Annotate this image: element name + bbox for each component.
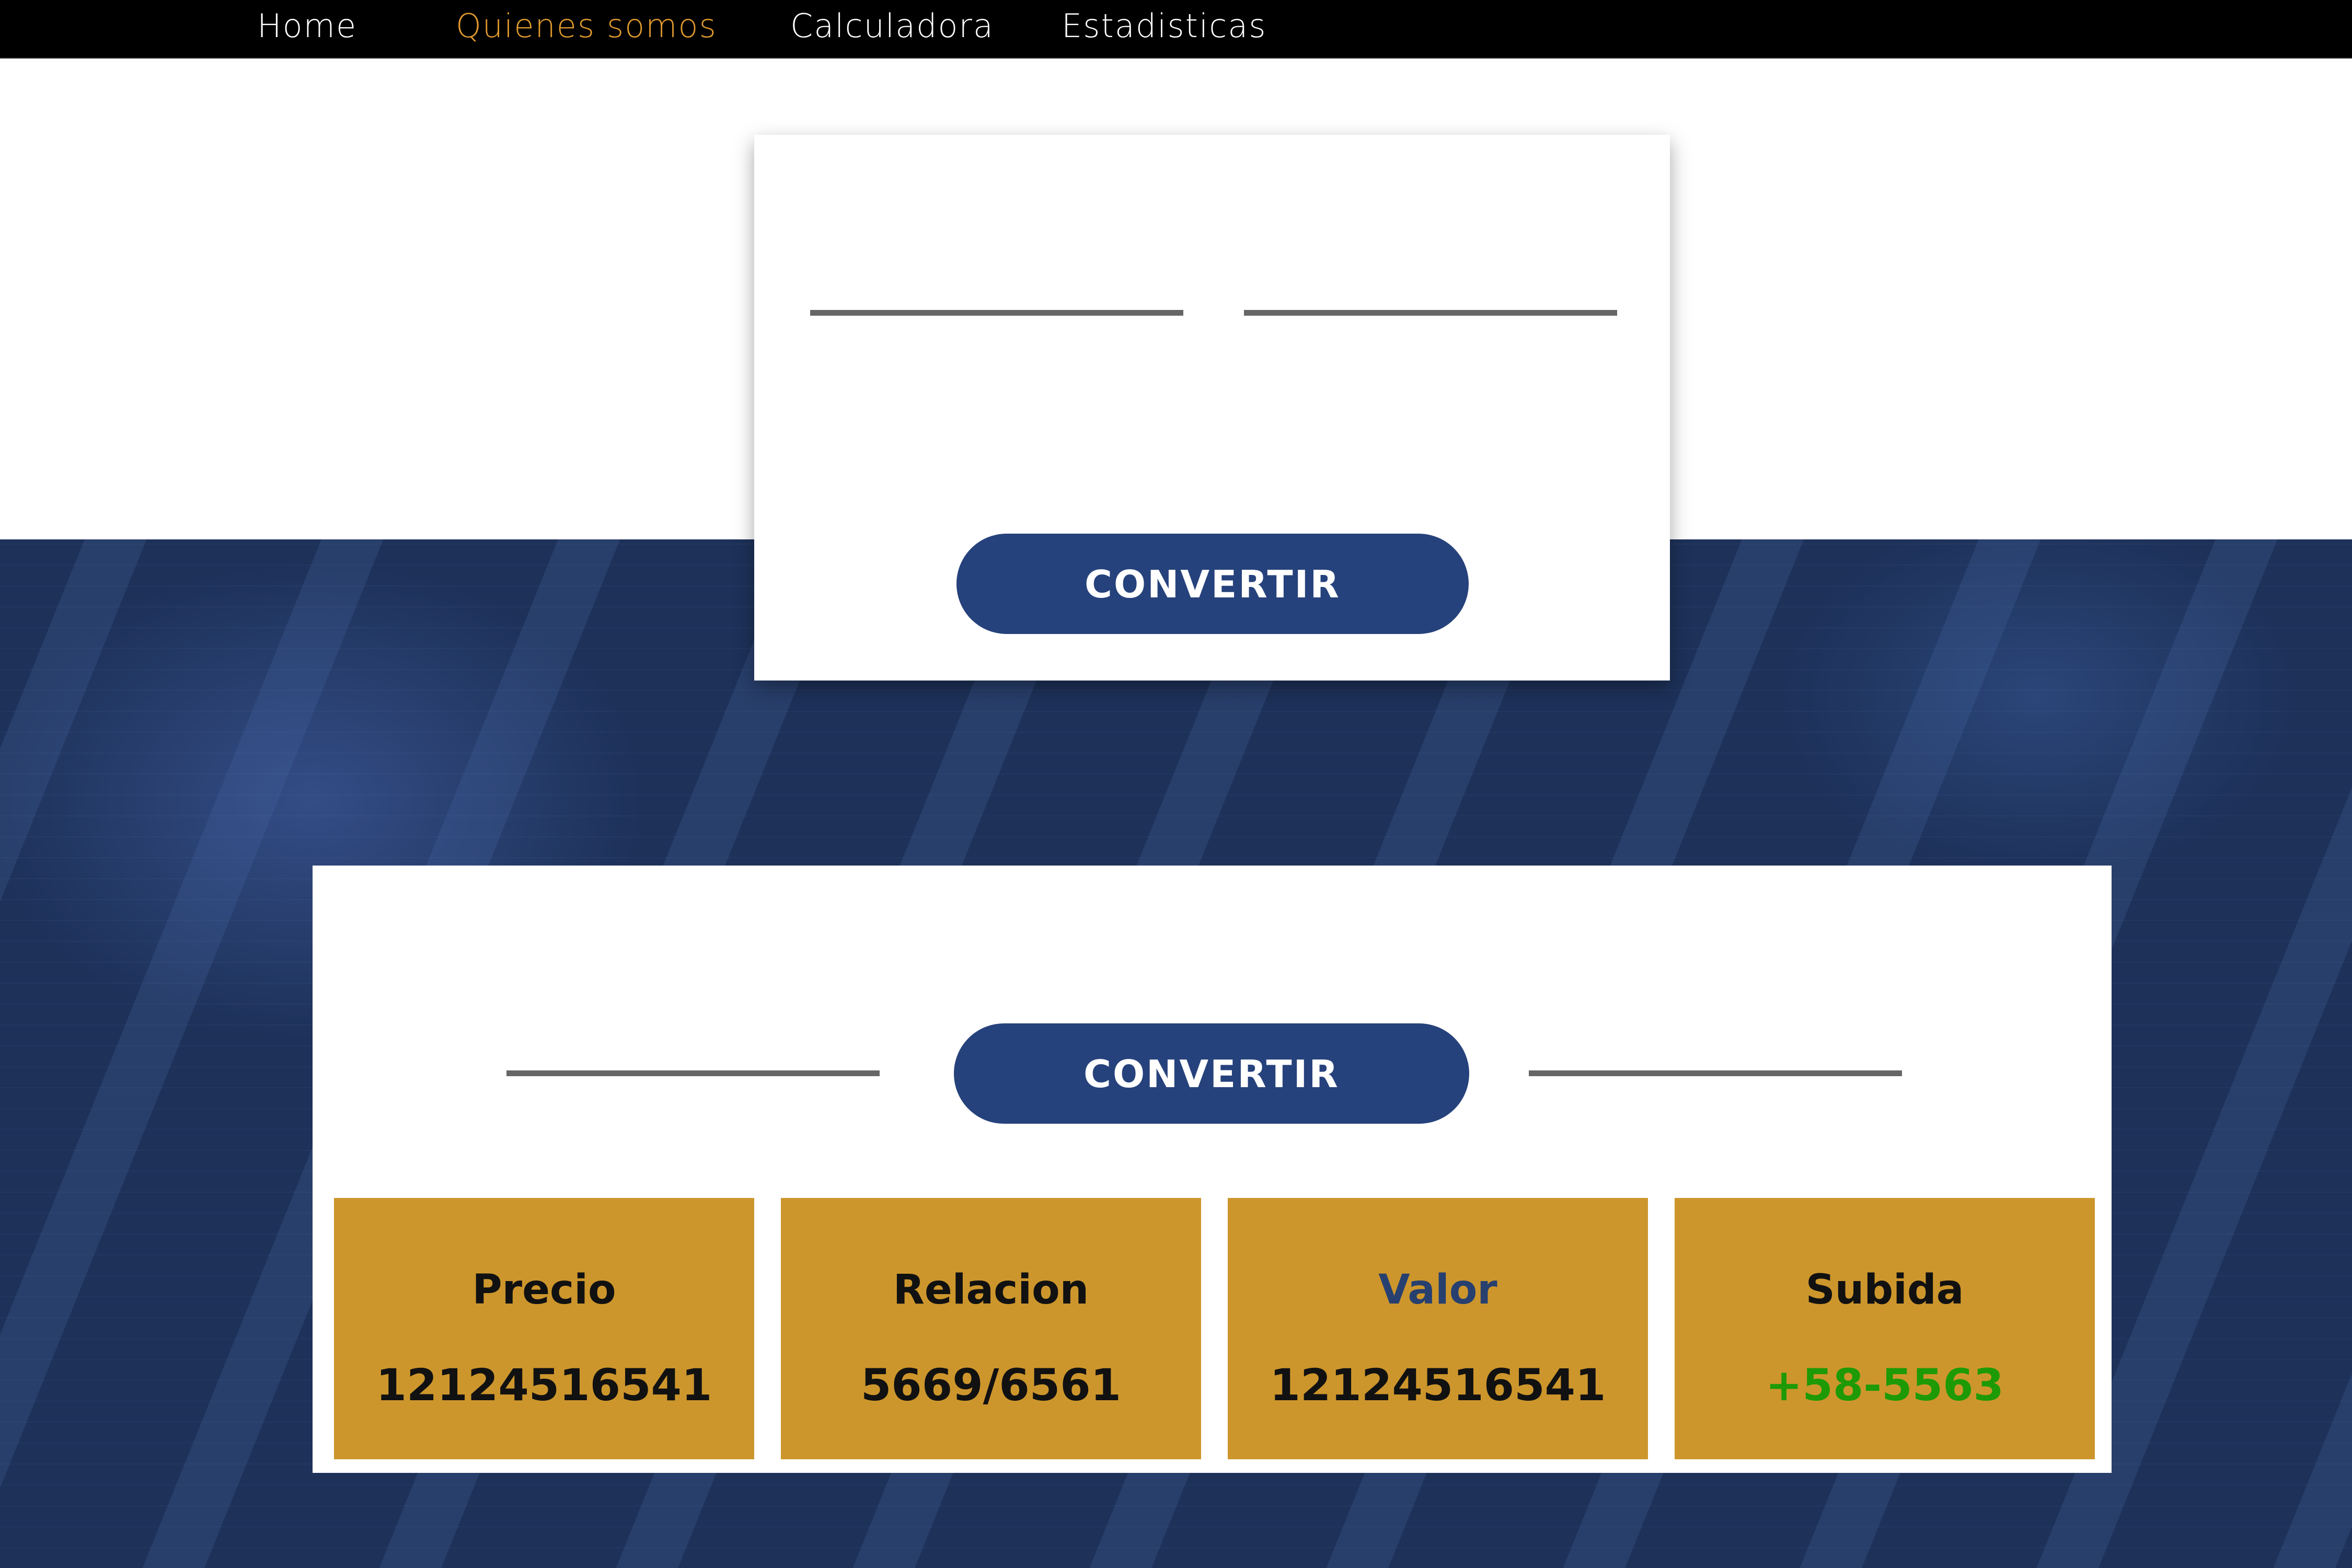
- stats-from-input[interactable]: [506, 1070, 880, 1076]
- stat-value-subida: +58-5563: [1766, 1359, 2004, 1411]
- converter-card: CONVERTIR: [754, 135, 1670, 681]
- stat-card-relacion: Relacion 5669/6561: [781, 1198, 1201, 1459]
- stat-card-precio: Precio 12124516541: [334, 1198, 754, 1459]
- nav-calculadora[interactable]: Calculadora: [790, 6, 994, 46]
- stat-value-relacion: 5669/6561: [860, 1359, 1122, 1411]
- stat-card-valor: Valor 12124516541: [1228, 1198, 1648, 1459]
- stat-value-valor: 12124516541: [1270, 1359, 1606, 1411]
- stats-to-input[interactable]: [1529, 1070, 1902, 1076]
- top-navbar: Home Quienes somos Calculadora Estadisti…: [0, 0, 2352, 59]
- stat-value-precio: 12124516541: [376, 1359, 712, 1411]
- stat-label-subida: Subida: [1805, 1266, 1964, 1313]
- stat-label-precio: Precio: [472, 1266, 616, 1313]
- stats-convert-button[interactable]: CONVERTIR: [954, 1023, 1469, 1124]
- stat-card-subida: Subida +58-5563: [1675, 1198, 2095, 1459]
- nav-quienes-somos[interactable]: Quienes somos: [456, 6, 717, 46]
- nav-home[interactable]: Home: [257, 6, 357, 46]
- converter-convert-button[interactable]: CONVERTIR: [956, 534, 1469, 634]
- nav-estadisticas[interactable]: Estadisticas: [1062, 6, 1267, 46]
- stats-panel: CONVERTIR Precio 12124516541 Relacion 56…: [313, 866, 2112, 1473]
- converter-to-input[interactable]: [1244, 310, 1617, 316]
- stat-label-valor: Valor: [1378, 1266, 1497, 1313]
- converter-from-input[interactable]: [810, 310, 1183, 316]
- stat-label-relacion: Relacion: [893, 1266, 1089, 1313]
